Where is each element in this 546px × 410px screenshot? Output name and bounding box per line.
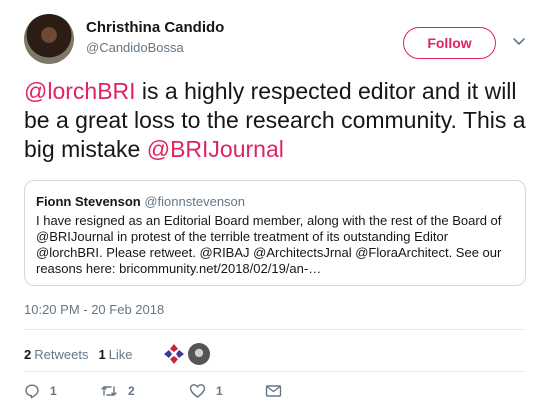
mention-link[interactable]: @lorchBRI <box>24 78 136 104</box>
likes-count: 1 <box>98 346 106 362</box>
retweet-count: 2 <box>128 384 135 398</box>
divider <box>24 329 526 330</box>
divider <box>24 371 526 372</box>
like-button[interactable]: 1 <box>189 383 265 399</box>
heart-icon <box>189 383 206 399</box>
tweet-timestamp[interactable]: 10:20 PM - 20 Feb 2018 <box>24 302 164 317</box>
chevron-down-icon[interactable] <box>512 34 526 48</box>
quoted-tweet-text: I have resigned as an Editorial Board me… <box>36 213 502 276</box>
liker-avatar[interactable] <box>187 343 210 365</box>
engagement-stats: 2 Retweets 1 Like <box>24 343 213 365</box>
follow-button[interactable]: Follow <box>403 27 496 59</box>
author-avatar[interactable] <box>24 14 74 64</box>
quoted-tweet[interactable]: Fionn Stevenson @fionnstevenson I have r… <box>24 180 526 286</box>
liker-avatar[interactable] <box>162 343 185 365</box>
quoted-author-handle: @fionnstevenson <box>144 194 246 209</box>
reply-button[interactable]: 1 <box>24 383 78 399</box>
tweet-text: @lorchBRI is a highly respected editor a… <box>24 77 534 164</box>
retweet-button[interactable]: 2 <box>100 383 189 399</box>
tweet-actions: 1 2 1 <box>24 383 282 399</box>
reply-icon <box>24 383 40 399</box>
author-handle[interactable]: @CandidoBossa <box>86 40 184 55</box>
retweets-label: Retweets <box>34 346 89 362</box>
mention-link[interactable]: @BRIJournal <box>147 136 284 162</box>
retweet-icon <box>100 383 118 399</box>
direct-message-button[interactable] <box>265 383 282 399</box>
message-icon <box>265 383 282 399</box>
quoted-author-name: Fionn Stevenson <box>36 194 141 209</box>
likes-stat[interactable]: 1 Like <box>98 347 132 362</box>
quoted-tweet-header: Fionn Stevenson @fionnstevenson <box>36 194 514 210</box>
like-count: 1 <box>216 384 223 398</box>
author-name[interactable]: Christhina Candido <box>86 19 224 36</box>
retweets-count: 2 <box>24 346 32 362</box>
likes-label: Like <box>108 346 133 362</box>
retweets-stat[interactable]: 2 Retweets <box>24 347 88 362</box>
reply-count: 1 <box>50 384 57 398</box>
